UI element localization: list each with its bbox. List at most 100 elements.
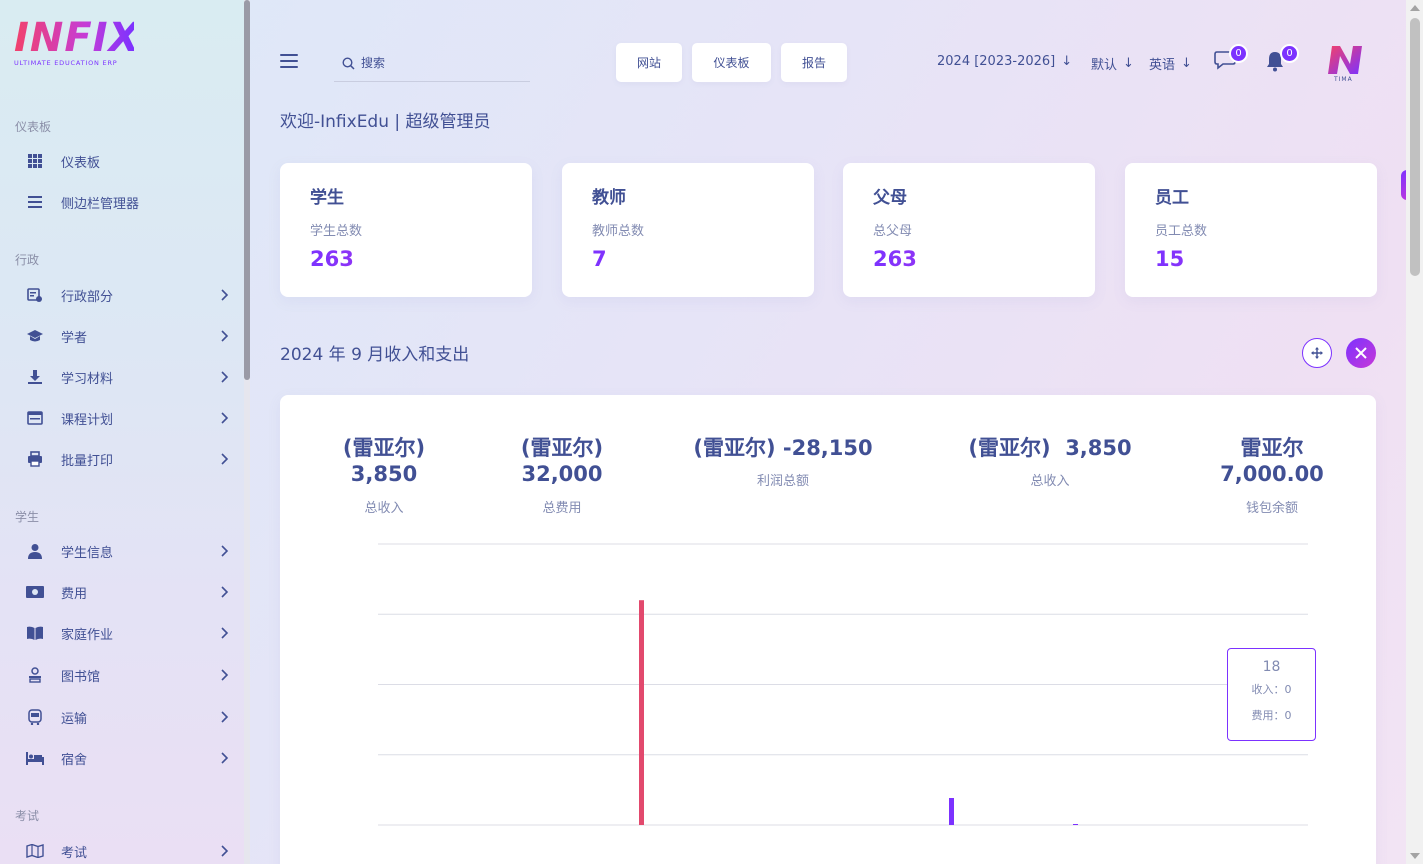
sidebar-item-exam[interactable]: 考试 (25, 838, 230, 864)
search-input[interactable] (361, 56, 511, 70)
summary-caption: 利润总额 (756, 474, 809, 489)
summary-value: (雷亚尔) 3,850 (968, 436, 1132, 460)
move-icon (1311, 347, 1323, 359)
sidebar-item-sidebar-manager[interactable]: 侧边栏管理器 (25, 189, 230, 215)
report-button[interactable]: 报告 (781, 43, 847, 82)
search-box[interactable] (334, 45, 530, 82)
list-icon (25, 192, 45, 212)
sidebar-item-transport[interactable]: 运输 (25, 704, 230, 730)
sidebar-item-label: 学生信息 (61, 545, 114, 561)
stat-card-parents[interactable]: 父母 总父母 263 (843, 163, 1095, 297)
summary-value: (雷亚尔) -28,150 (693, 436, 873, 460)
book-icon (25, 623, 45, 643)
sidebar-scrollbar[interactable] (244, 0, 250, 864)
stat-title: 教师 (592, 188, 626, 208)
chevron-right-icon (221, 845, 229, 857)
summary-total-income-2: (雷亚尔) 3,850 总收入 (963, 435, 1137, 489)
sidebar-section-dashboard: 仪表板 (15, 120, 52, 134)
sidebar-item-label: 课程计划 (61, 412, 114, 428)
close-icon (1355, 347, 1367, 359)
session-value: 2024 [2023-2026] (937, 54, 1056, 69)
notifications-button[interactable]: 0 (1265, 44, 1299, 74)
chevron-right-icon (221, 545, 229, 557)
stat-card-teachers[interactable]: 教师 教师总数 7 (562, 163, 814, 297)
chevron-right-icon (221, 752, 229, 764)
graduation-cap-icon (25, 326, 45, 346)
app-logo[interactable]: INFIX ULTIMATE EDUCATION ERP (14, 15, 141, 68)
stat-value: 263 (873, 247, 1065, 271)
stat-subtitle: 员工总数 (1155, 224, 1208, 239)
stat-card-staff[interactable]: 员工 员工总数 15 (1125, 163, 1377, 297)
stat-value: 263 (310, 247, 502, 271)
sidebar-item-homework[interactable]: 家庭作业 (25, 620, 230, 646)
stat-title: 学生 (310, 188, 344, 208)
sidebar-section-admin: 行政 (15, 253, 40, 267)
logo-tagline: ULTIMATE EDUCATION ERP (14, 59, 118, 67)
chart-bar-income-23[interactable] (1073, 824, 1078, 825)
sidebar-item-admin-section[interactable]: 行政部分 (25, 282, 230, 308)
sidebar-item-label: 行政部分 (61, 289, 114, 305)
sidebar-item-label: 费用 (61, 586, 88, 602)
menu-toggle-button[interactable] (280, 54, 298, 70)
chevron-right-icon (221, 627, 229, 639)
summary-caption: 总收入 (364, 501, 404, 516)
language-value: 英语 (1149, 58, 1176, 73)
chart-bar-income-19[interactable] (949, 798, 954, 825)
messages-button[interactable]: 0 (1214, 44, 1248, 74)
sidebar-item-lesson-plan[interactable]: 课程计划 (25, 405, 230, 431)
summary-total-income: (雷亚尔) 3,850 总收入 (324, 435, 444, 516)
sidebar-item-bulk-print[interactable]: 批量打印 (25, 446, 230, 472)
summary-caption: 总收入 (1030, 474, 1070, 489)
avatar-text: TIMA (1334, 76, 1353, 83)
arrow-down-icon: ↓ (1123, 56, 1134, 71)
sidebar-item-dashboard[interactable]: 仪表板 (25, 148, 230, 174)
stat-value: 15 (1155, 247, 1347, 271)
messages-badge: 0 (1229, 44, 1248, 63)
sidebar-item-label: 运输 (61, 711, 88, 727)
sidebar-item-dormitory[interactable]: 宿舍 (25, 745, 230, 771)
close-widget-button[interactable] (1346, 338, 1376, 368)
dashboard-button[interactable]: 仪表板 (692, 43, 771, 82)
sidebar-item-label: 考试 (61, 845, 88, 861)
default-select[interactable]: 默认 ↓ (1091, 54, 1134, 73)
sidebar-item-library[interactable]: 图书馆 (25, 662, 230, 688)
sidebar-item-fees[interactable]: 费用 (25, 579, 230, 605)
stat-title: 父母 (873, 188, 907, 208)
sidebar-item-label: 宿舍 (61, 752, 88, 768)
sidebar-item-scholars[interactable]: 学者 (25, 323, 230, 349)
website-button[interactable]: 网站 (616, 43, 682, 82)
sidebar-item-label: 学者 (61, 330, 88, 346)
sidebar-item-label: 仪表板 (61, 155, 101, 171)
avatar[interactable]: TIMA (1322, 40, 1370, 86)
welcome-text: 欢迎-InfixEdu | 超级管理员 (280, 112, 491, 132)
library-icon (25, 665, 45, 685)
chevron-right-icon (221, 586, 229, 598)
grid-icon (25, 151, 45, 171)
user-icon (25, 541, 45, 561)
sidebar-item-label: 侧边栏管理器 (61, 196, 140, 212)
page-scrollbar[interactable] (1406, 0, 1423, 864)
notifications-badge: 0 (1280, 44, 1299, 63)
session-select[interactable]: 2024 [2023-2026] ↓ (937, 54, 1072, 69)
summary-currency: 雷亚尔 (1240, 436, 1304, 460)
sidebar-item-study-material[interactable]: 学习材料 (25, 364, 230, 390)
page-scrollbar-thumb[interactable] (1410, 18, 1420, 276)
summary-currency: (雷亚尔) (520, 436, 604, 460)
arrow-down-icon: ↓ (1061, 54, 1073, 69)
sidebar-item-label: 批量打印 (61, 453, 114, 469)
sidebar-section-exam: 考试 (15, 809, 40, 823)
move-widget-button[interactable] (1302, 338, 1332, 368)
language-select[interactable]: 英语 ↓ (1149, 54, 1192, 73)
logo-text: INFIX (14, 15, 141, 61)
stat-card-students[interactable]: 学生 学生总数 263 (280, 163, 532, 297)
sidebar-item-student-info[interactable]: 学生信息 (25, 538, 230, 564)
sidebar-item-label: 学习材料 (61, 371, 114, 387)
default-value: 默认 (1091, 58, 1118, 73)
summary-wallet-balance: 雷亚尔 7,000.00 钱包余额 (1212, 435, 1332, 516)
sidebar-item-label: 家庭作业 (61, 627, 114, 643)
scroll-up-icon[interactable] (1410, 5, 1420, 11)
bed-icon (25, 748, 45, 768)
chart-bar-expense-9[interactable] (639, 600, 644, 825)
sidebar-scrollbar-thumb[interactable] (244, 0, 250, 380)
scroll-down-icon[interactable] (1410, 853, 1420, 859)
